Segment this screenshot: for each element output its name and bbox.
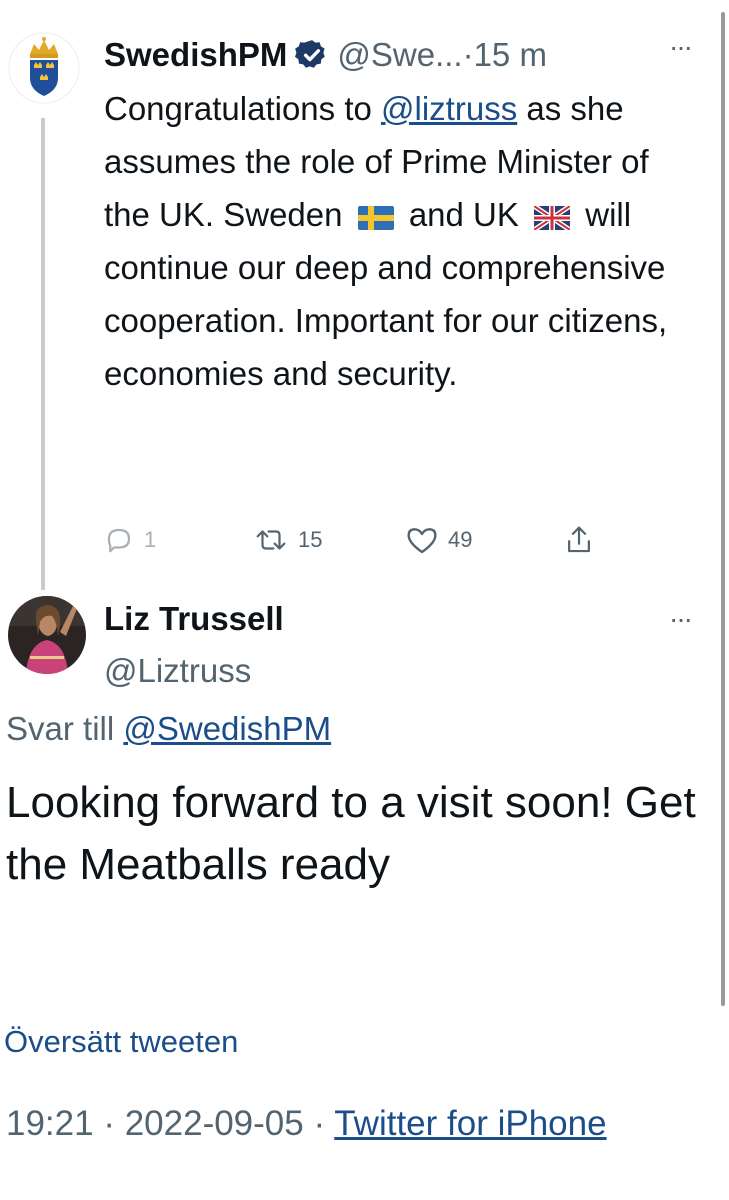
swedish-crest-icon	[8, 32, 80, 104]
reply-icon	[107, 528, 131, 553]
reply-count: 1	[144, 527, 157, 552]
tweet-actions: 1 15 49	[104, 520, 624, 560]
scrollbar[interactable]	[721, 12, 725, 1006]
parent-tweet-header: SwedishPM @Swe...·15 m	[104, 30, 714, 80]
reply-author-name[interactable]: Liz Trussell	[104, 600, 284, 638]
verified-badge-icon	[295, 40, 326, 68]
replying-to: Svar till @SwedishPM	[6, 710, 331, 748]
more-options-icon[interactable]: ···	[660, 604, 700, 634]
more-options-icon[interactable]: ···	[660, 32, 700, 62]
meta-separator: ·	[303, 1104, 335, 1143]
author-name[interactable]: SwedishPM	[104, 36, 287, 74]
parent-tweet-text: Congratulations to @liztruss as she assu…	[104, 82, 694, 400]
liztruss-avatar[interactable]	[8, 596, 86, 674]
share-icon	[568, 526, 590, 553]
tweet-source-link[interactable]: Twitter for iPhone	[334, 1104, 606, 1143]
retweet-icon	[256, 530, 286, 550]
replying-to-prefix: Svar till	[6, 710, 124, 747]
tweet-timestamp: 19:21	[6, 1104, 94, 1143]
reply-tweet-text: Looking forward to a visit soon! Get the…	[6, 778, 696, 889]
retweet-count: 15	[298, 527, 323, 552]
tweet-date: 2022-09-05	[124, 1104, 304, 1143]
heart-icon	[407, 528, 437, 554]
thread-line	[41, 118, 45, 590]
translate-tweet-link[interactable]: Översätt tweeten	[4, 1024, 238, 1060]
retweet-button[interactable]: 15	[254, 520, 322, 560]
like-count: 49	[448, 527, 473, 552]
tweet-metadata: 19:21 · 2022-09-05 · Twitter for iPhone	[6, 1100, 706, 1148]
replying-to-mention[interactable]: @SwedishPM	[123, 710, 331, 747]
tweet-text-part: Congratulations to	[104, 90, 382, 127]
author-handle[interactable]: @Swe...	[337, 36, 462, 73]
sweden-flag-icon	[357, 206, 394, 230]
reply-button[interactable]: 1	[104, 520, 156, 560]
swedishpm-avatar[interactable]	[8, 28, 80, 108]
meta-separator: ·	[93, 1104, 125, 1143]
profile-photo-icon	[8, 596, 86, 674]
share-button[interactable]	[564, 520, 604, 560]
reply-author-handle[interactable]: @Liztruss	[104, 652, 251, 690]
uk-flag-icon	[534, 206, 571, 230]
mention-link[interactable]: @liztruss	[381, 90, 517, 127]
like-button[interactable]: 49	[406, 520, 472, 560]
tweet-text-part: and UK	[399, 196, 529, 233]
tweet-time[interactable]: ·15 m	[463, 36, 547, 73]
